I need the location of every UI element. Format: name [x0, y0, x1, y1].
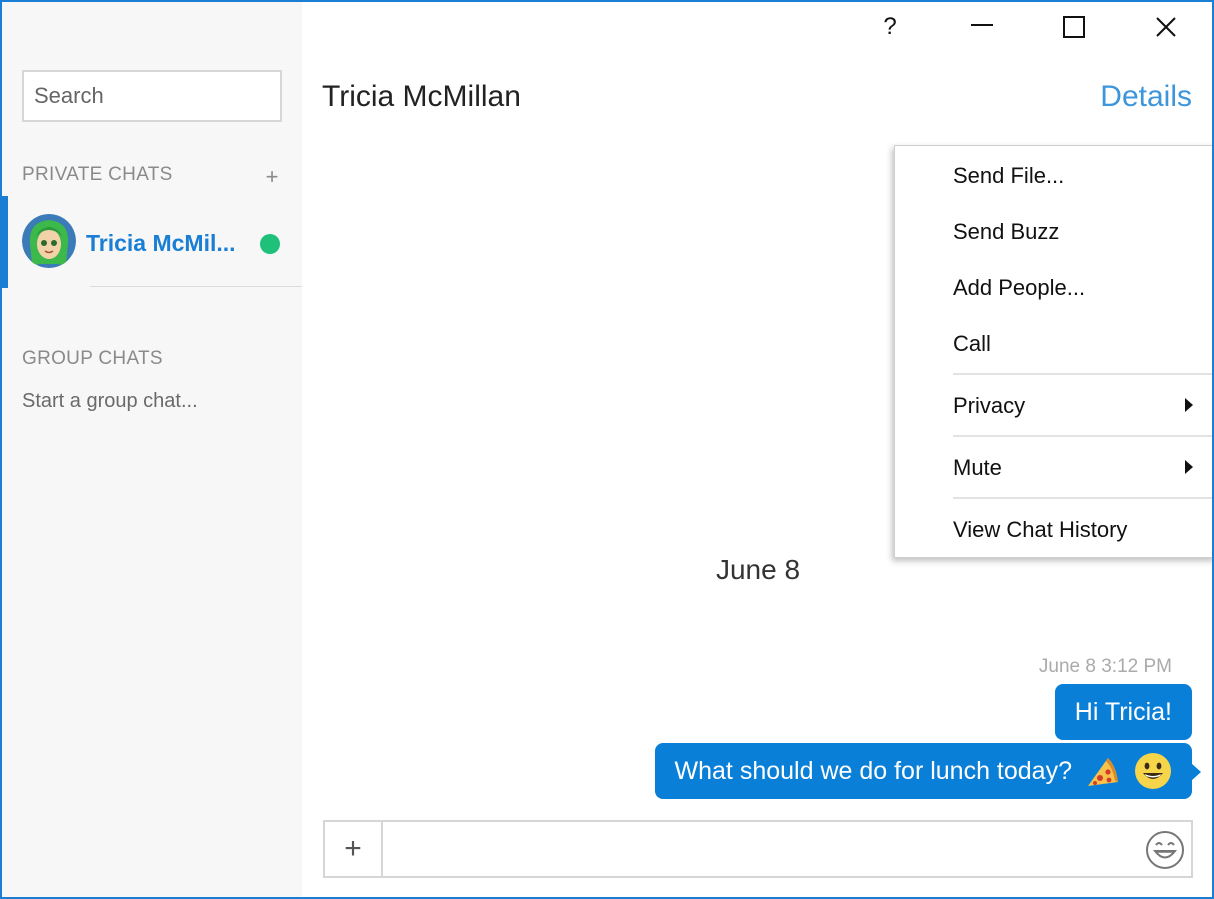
menu-item-add-people[interactable]: Add People...: [895, 260, 1212, 316]
add-private-chat-button[interactable]: +: [262, 164, 282, 190]
menu-item-privacy[interactable]: Privacy: [895, 378, 1212, 434]
message-text: Hi Tricia!: [1074, 697, 1172, 726]
start-group-chat-link[interactable]: Start a group chat...: [22, 390, 198, 413]
maximize-button[interactable]: [1034, 2, 1114, 52]
emoji-grin-icon[interactable]: [1145, 830, 1185, 870]
menu-item-send-file[interactable]: Send File...: [895, 148, 1212, 204]
message-input[interactable]: [385, 822, 1125, 876]
menu-divider: [953, 497, 1212, 499]
menu-item-label: Call: [953, 331, 991, 356]
search-input[interactable]: [22, 70, 282, 122]
chat-window: PRIVATE CHATS + Tricia McMil...: [0, 0, 1214, 899]
message-text: What should we do for lunch today?: [674, 756, 1072, 785]
minimize-button[interactable]: [942, 2, 1022, 52]
menu-item-label: View Chat History: [953, 517, 1128, 542]
date-separator: June 8: [715, 554, 801, 585]
pizza-icon: [1088, 758, 1118, 786]
details-link[interactable]: Details: [1100, 80, 1192, 114]
chat-list-item[interactable]: Tricia McMil...: [2, 196, 302, 288]
message-bubble[interactable]: Hi Tricia!: [1054, 684, 1192, 740]
help-button[interactable]: ?: [850, 2, 930, 52]
menu-divider: [953, 373, 1212, 375]
menu-item-call[interactable]: Call: [895, 316, 1212, 372]
menu-item-mute[interactable]: Mute: [895, 440, 1212, 496]
close-button[interactable]: [1126, 2, 1206, 52]
chat-options-menu: Send File... Send Buzz Add People... Cal…: [894, 145, 1212, 558]
submenu-arrow-icon: [1185, 460, 1193, 474]
private-chats-header: PRIVATE CHATS: [22, 164, 173, 185]
submenu-arrow-icon: [1185, 398, 1193, 412]
online-status-icon: [260, 234, 280, 254]
selected-indicator: [2, 196, 8, 288]
chat-title: Tricia McMillan: [322, 80, 521, 113]
menu-item-view-chat-history[interactable]: View Chat History: [895, 502, 1212, 558]
chat-contact-name: Tricia McMil...: [86, 230, 236, 256]
menu-item-label: Mute: [953, 455, 1002, 480]
add-attachment-button[interactable]: +: [325, 822, 383, 876]
close-icon: [1156, 17, 1176, 37]
menu-divider: [953, 435, 1212, 437]
message-composer: +: [323, 820, 1193, 878]
avatar: [22, 214, 76, 268]
menu-item-label: Add People...: [953, 275, 1086, 300]
plus-icon: +: [344, 832, 362, 865]
menu-item-label: Privacy: [953, 393, 1026, 418]
divider: [90, 286, 302, 287]
help-icon: ?: [883, 13, 897, 40]
message-bubble[interactable]: What should we do for lunch today?: [654, 743, 1201, 799]
smiley-icon: [1135, 753, 1171, 789]
minimize-icon: [971, 24, 993, 26]
menu-item-label: Send File...: [953, 163, 1065, 188]
menu-item-send-buzz[interactable]: Send Buzz: [895, 204, 1212, 260]
menu-item-label: Send Buzz: [953, 219, 1060, 244]
group-chats-header: GROUP CHATS: [22, 348, 163, 369]
message-timestamp: June 8 3:12 PM: [1038, 656, 1172, 677]
sidebar: PRIVATE CHATS + Tricia McMil...: [2, 2, 302, 897]
maximize-icon: [1063, 16, 1085, 38]
bubble-tail: [1191, 763, 1201, 781]
